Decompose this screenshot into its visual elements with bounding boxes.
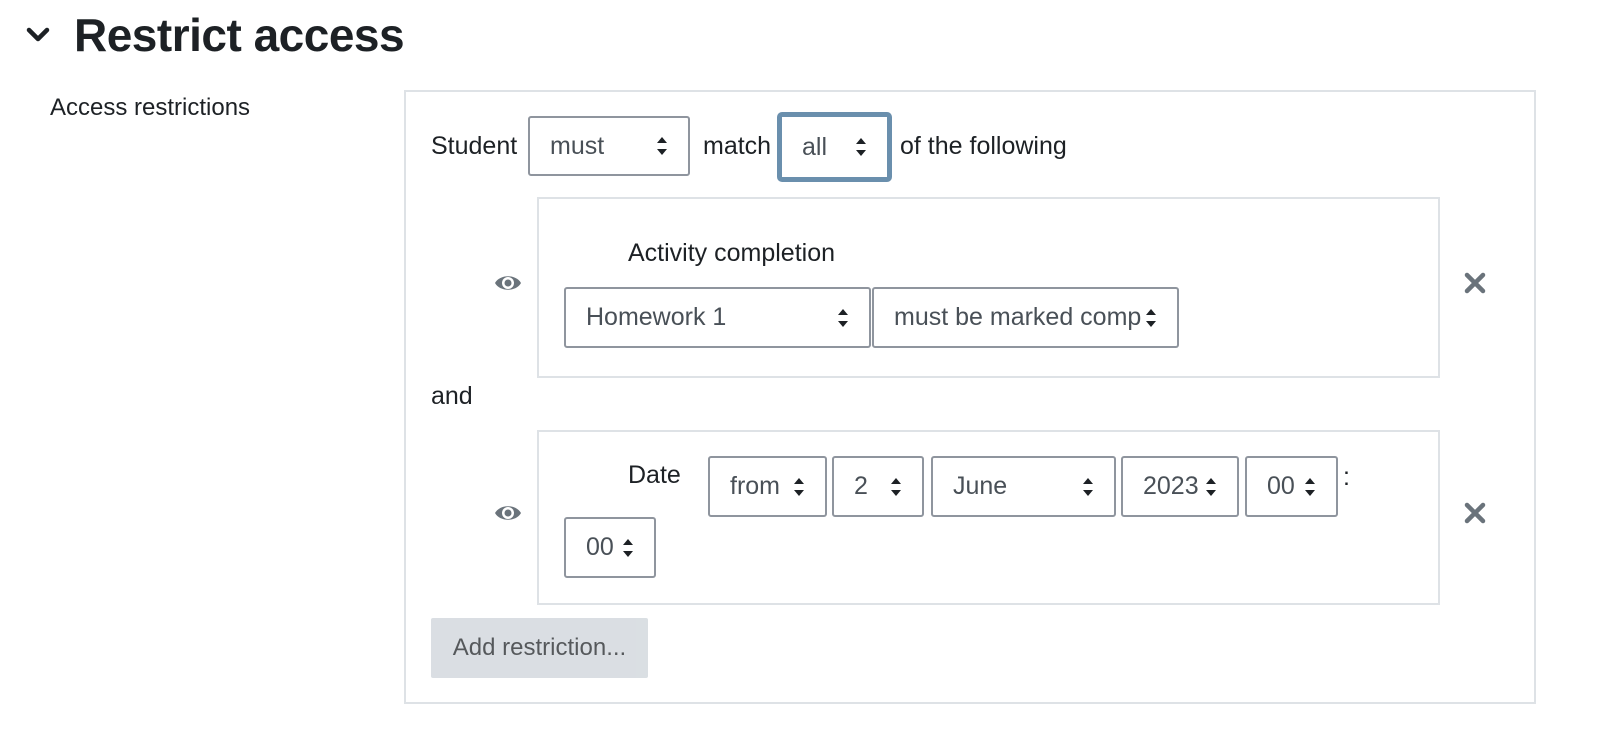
eye-icon[interactable] xyxy=(494,272,522,294)
delete-condition-icon[interactable] xyxy=(1464,502,1486,524)
match-label: match xyxy=(703,132,772,160)
must-select[interactable]: must xyxy=(528,116,690,176)
date-direction-value: from xyxy=(730,472,780,500)
section-header[interactable]: Restrict access xyxy=(24,6,405,64)
date-title: Date xyxy=(628,461,681,489)
chevron-down-icon[interactable] xyxy=(24,21,52,49)
activity-select[interactable]: Homework 1 xyxy=(564,287,871,348)
sort-arrows-icon xyxy=(1083,477,1093,496)
activity-completion-title: Activity completion xyxy=(628,239,836,267)
and-connector: and xyxy=(431,382,473,410)
sort-arrows-icon xyxy=(1146,308,1156,327)
day-select-value: 2 xyxy=(854,472,868,500)
restrictions-panel xyxy=(404,90,1536,704)
completion-state-value: must be marked comp xyxy=(894,303,1142,331)
section-title: Restrict access xyxy=(74,9,405,61)
year-select[interactable]: 2023 xyxy=(1121,456,1239,517)
sort-arrows-icon xyxy=(657,137,667,155)
month-select[interactable]: June xyxy=(931,456,1116,517)
activity-select-value: Homework 1 xyxy=(586,303,727,331)
delete-condition-icon[interactable] xyxy=(1464,272,1486,294)
eye-icon[interactable] xyxy=(494,502,522,524)
following-label: of the following xyxy=(900,132,1067,160)
sort-arrows-icon xyxy=(838,308,848,327)
add-restriction-button[interactable]: Add restriction... xyxy=(431,618,648,678)
sort-arrows-icon xyxy=(1206,477,1216,496)
access-restrictions-label: Access restrictions xyxy=(50,94,251,121)
day-select[interactable]: 2 xyxy=(832,456,924,517)
all-select[interactable]: all xyxy=(777,112,892,182)
month-select-value: June xyxy=(953,472,1008,500)
must-select-value: must xyxy=(550,131,605,160)
minute-select-value: 00 xyxy=(586,533,614,561)
date-direction-select[interactable]: from xyxy=(708,456,827,517)
time-colon: : xyxy=(1343,463,1350,491)
sort-arrows-icon xyxy=(1305,477,1315,496)
sort-arrows-icon xyxy=(891,477,901,496)
hour-select[interactable]: 00 xyxy=(1245,456,1338,517)
completion-state-select[interactable]: must be marked comp xyxy=(872,287,1179,348)
student-label: Student xyxy=(431,132,518,160)
hour-select-value: 00 xyxy=(1267,472,1295,500)
all-select-value: all xyxy=(802,132,828,161)
year-select-value: 2023 xyxy=(1143,472,1199,500)
minute-select[interactable]: 00 xyxy=(564,517,656,578)
sort-arrows-icon xyxy=(794,477,804,496)
sort-arrows-icon xyxy=(623,538,633,557)
sort-arrows-icon xyxy=(856,138,866,156)
